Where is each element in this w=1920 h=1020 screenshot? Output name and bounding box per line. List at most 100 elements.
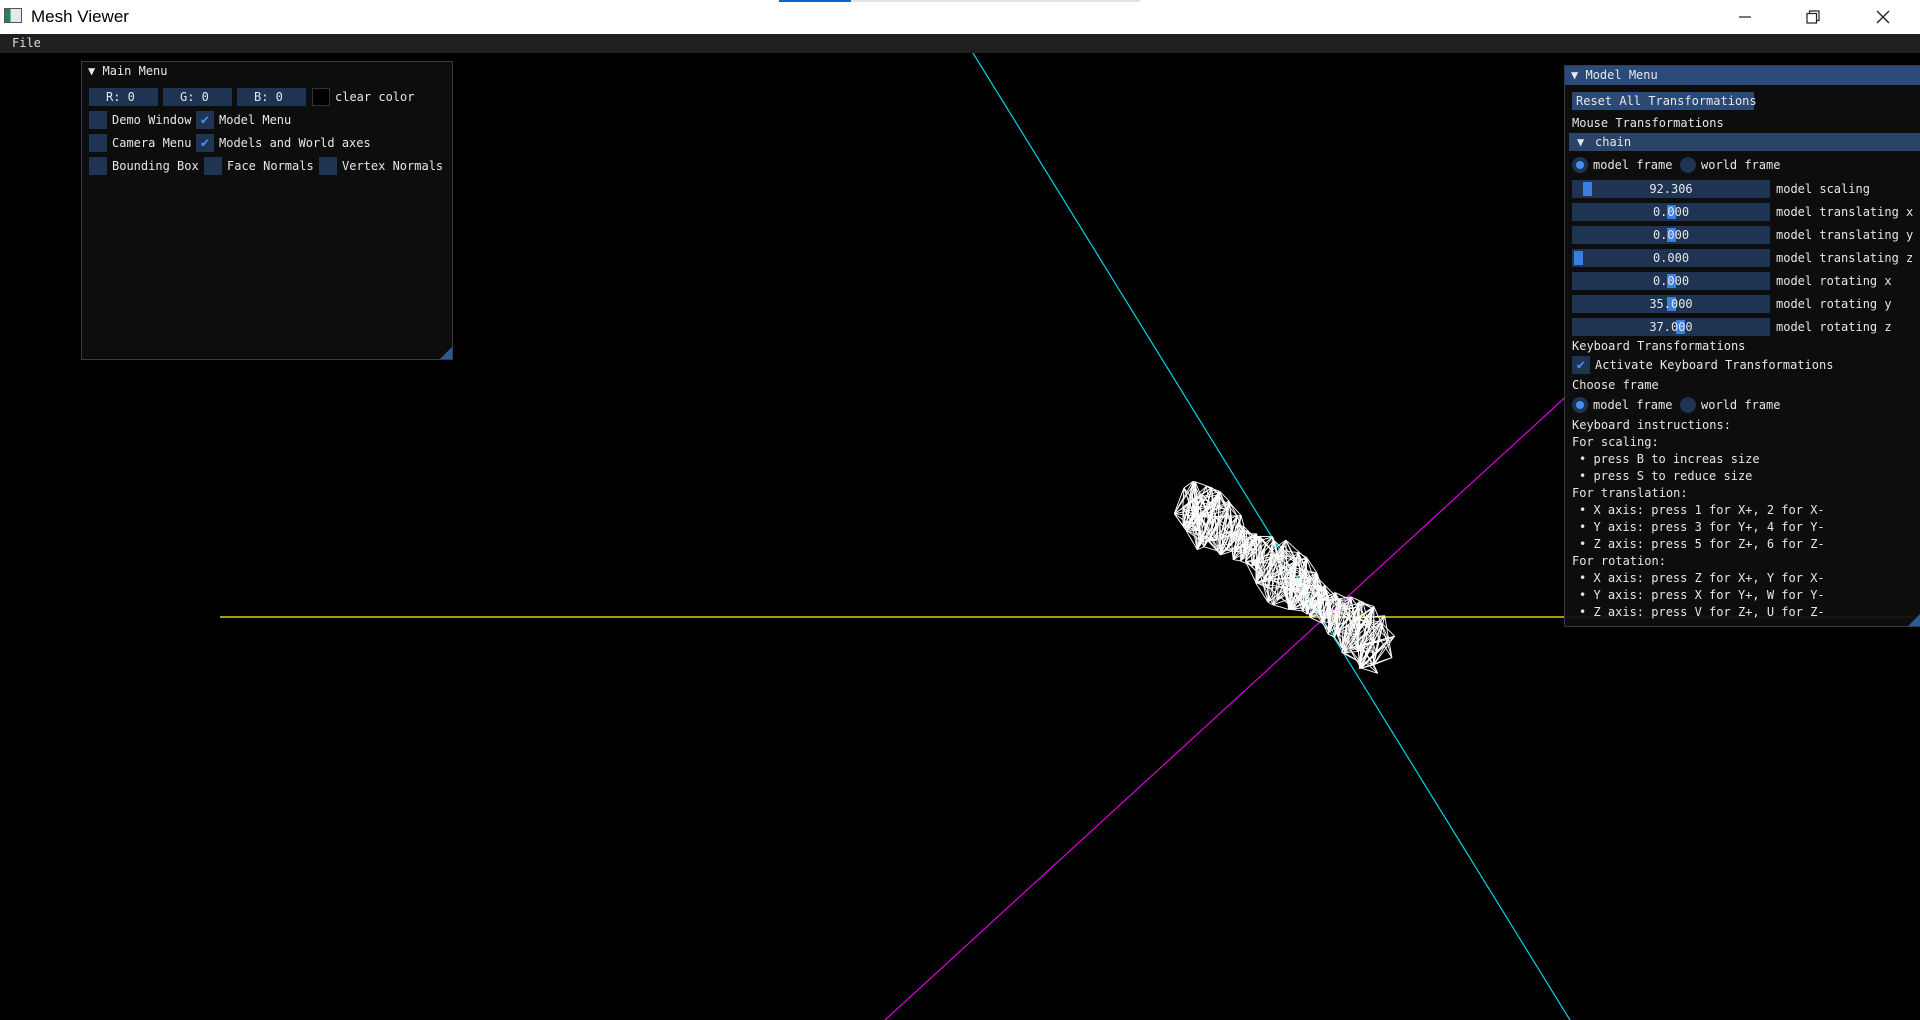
slider-label: model translating y [1776, 228, 1914, 242]
models-world-axes-label: Models and World axes [219, 136, 371, 150]
title-bar[interactable]: Mesh Viewer [0, 0, 1920, 34]
mouse-model-frame-label: model frame [1593, 158, 1673, 172]
color-b-input[interactable]: B: 0 [237, 88, 306, 106]
chain-mesh-wireframe [1173, 481, 1395, 674]
mesh-edge [1191, 499, 1194, 525]
bullet-item: • Z axis: press V for Z+, U for Z- [1579, 605, 1825, 619]
scaling-title: For scaling: [1572, 435, 1659, 449]
slider-value: 92.306 [1649, 182, 1693, 196]
main-menu-window: ▼ Main Menu R: 0 G: 0 B: 0 clear color D… [81, 61, 453, 360]
checkmark-icon: ✔ [1576, 357, 1586, 373]
close-icon [1876, 10, 1889, 24]
camera-menu-label: Camera Menu [112, 136, 192, 150]
slider-value: 0.000 [1652, 228, 1690, 242]
camera-menu-checkbox[interactable] [89, 134, 107, 152]
rotation-title: For rotation: [1572, 554, 1666, 568]
slider-model-translating-x[interactable]: 0.000 [1572, 203, 1770, 221]
slider-value: 35.000 [1649, 297, 1693, 311]
close-button[interactable] [1848, 0, 1917, 34]
chain-tree-node[interactable]: ▼ chain [1569, 133, 1920, 151]
choose-frame-label: Choose frame [1572, 378, 1659, 392]
demo-window-checkbox[interactable] [89, 111, 107, 129]
mesh-edge [1334, 609, 1336, 638]
slider-label: model scaling [1776, 182, 1870, 196]
bullet-item: • Y axis: press X for Y+, W for Y- [1579, 588, 1825, 602]
activate-keyboard-label: Activate Keyboard Transformations [1595, 358, 1834, 372]
app-icon [4, 8, 22, 23]
face-normals-label: Face Normals [227, 159, 314, 173]
keyboard-model-frame-label: model frame [1593, 398, 1673, 412]
activate-keyboard-checkbox[interactable]: ✔ [1572, 356, 1590, 374]
mesh-edge [1240, 515, 1245, 527]
mesh-edge [1233, 559, 1241, 562]
slider-value: 0.000 [1652, 251, 1690, 265]
mesh-edge [1226, 549, 1236, 552]
slider-label: model rotating x [1776, 274, 1892, 288]
translation-title: For translation: [1572, 486, 1688, 500]
mouse-transformations-label: Mouse Transformations [1572, 116, 1724, 130]
slider-model-translating-y[interactable]: 0.000 [1572, 226, 1770, 244]
slider-label: model translating z [1776, 251, 1914, 265]
restore-icon [1805, 10, 1820, 24]
color-r-input[interactable]: R: 0 [89, 88, 158, 106]
model-menu-label: Model Menu [219, 113, 292, 127]
bullet-item: • X axis: press 1 for X+, 2 for X- [1579, 503, 1825, 517]
main-menu-title: Main Menu [102, 64, 168, 78]
mesh-edge [1285, 539, 1299, 552]
collapse-arrow-icon[interactable]: ▼ [88, 64, 95, 78]
collapse-arrow-icon: ▼ [1577, 135, 1585, 149]
clear-color-swatch[interactable] [312, 88, 330, 106]
restore-button[interactable] [1778, 0, 1847, 34]
model-menu-title: Model Menu [1585, 68, 1658, 82]
vertex-normals-checkbox[interactable] [319, 157, 337, 175]
slider-label: model translating x [1776, 205, 1914, 219]
models-world-axes-checkbox[interactable]: ✔ [196, 134, 214, 152]
keyboard-world-frame-label: world frame [1701, 398, 1781, 412]
bullet-item: • Y axis: press 3 for Y+, 4 for Y- [1579, 520, 1825, 534]
keyboard-world-frame-radio[interactable] [1680, 397, 1696, 413]
slider-model-translating-z[interactable]: 0.000 [1572, 249, 1770, 267]
bullet-item: • Z axis: press 5 for Z+, 6 for Z- [1579, 537, 1825, 551]
mesh-edge [1228, 500, 1231, 503]
clear-color-label: clear color [335, 90, 415, 104]
minimize-button[interactable] [1710, 0, 1779, 34]
checkmark-icon: ✔ [200, 135, 210, 151]
resize-grip[interactable] [440, 347, 452, 359]
slider-value: 0.000 [1652, 205, 1690, 219]
model-menu-title-bar[interactable]: ▼ Model Menu [1565, 66, 1920, 85]
vertex-normals-label: Vertex Normals [342, 159, 444, 173]
world-z-axis [884, 392, 1571, 1020]
model-menu-checkbox[interactable]: ✔ [196, 111, 214, 129]
slider-model-rotating-y[interactable]: 35.000 [1572, 295, 1770, 313]
menu-bar: File [0, 34, 1920, 53]
keyboard-model-frame-radio[interactable] [1572, 397, 1588, 413]
instructions-title: Keyboard instructions: [1572, 418, 1731, 432]
bounding-box-label: Bounding Box [112, 159, 199, 173]
main-menu-title-bar[interactable]: ▼ Main Menu [82, 62, 452, 81]
slider-label: model rotating y [1776, 297, 1892, 311]
bullet-item: • press S to reduce size [1579, 469, 1753, 483]
checkmark-icon: ✔ [200, 112, 210, 128]
mouse-model-frame-radio[interactable] [1572, 157, 1588, 173]
reset-transformations-button[interactable]: Reset All Transformations [1572, 92, 1757, 110]
minimize-icon [1738, 16, 1751, 18]
mesh-edge [1272, 604, 1289, 610]
bullet-item: • press B to increas size [1579, 452, 1760, 466]
bounding-box-checkbox[interactable] [89, 157, 107, 175]
slider-model-scaling[interactable]: 92.306 [1572, 180, 1770, 198]
keyboard-transformations-label: Keyboard Transformations [1572, 339, 1746, 353]
menu-file[interactable]: File [12, 36, 41, 50]
collapse-arrow-icon[interactable]: ▼ [1571, 68, 1578, 82]
face-normals-checkbox[interactable] [204, 157, 222, 175]
slider-model-rotating-x[interactable]: 0.000 [1572, 272, 1770, 290]
slider-value: 37.000 [1649, 320, 1693, 334]
window-title: Mesh Viewer [31, 7, 129, 26]
slider-model-rotating-z[interactable]: 37.000 [1572, 318, 1770, 336]
mouse-world-frame-radio[interactable] [1680, 157, 1696, 173]
model-menu-window: ▼ Model Menu Reset All Transformations M… [1564, 65, 1920, 627]
slider-label: model rotating z [1776, 320, 1892, 334]
bullet-item: • X axis: press Z for X+, Y for X- [1579, 571, 1825, 585]
taskbar-focus-indicator [779, 0, 851, 2]
resize-grip[interactable] [1908, 614, 1920, 626]
color-g-input[interactable]: G: 0 [163, 88, 232, 106]
